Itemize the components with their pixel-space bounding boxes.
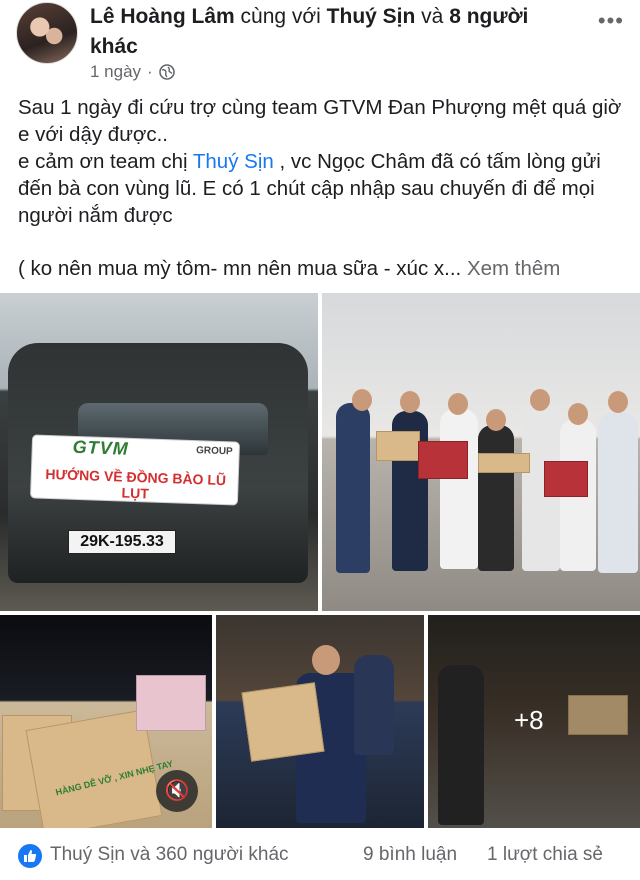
- post-text-line1: Sau 1 ngày đi cứu trợ cùng team GTVM Đan…: [18, 96, 622, 146]
- supply-box: [478, 453, 530, 473]
- banner-brand: GTVM: [72, 436, 130, 459]
- and-text: và: [415, 5, 450, 28]
- see-more-link[interactable]: Xem thêm: [467, 257, 560, 280]
- thanks-text: e cảm ơn team chị: [18, 150, 193, 173]
- person-figure: [354, 655, 394, 755]
- with-text: cùng với: [234, 5, 327, 28]
- post-author-line: Lê Hoàng Lâm cùng với Thuý Sịn và 8 ngườ…: [90, 2, 580, 62]
- post-text-line3: ( ko nên mua mỳ tôm- mn nên mua sữa - xú…: [18, 255, 630, 282]
- relief-banner: GTVM GROUP HƯỚNG VỀ ĐỒNG BÀO LŨ LỤT: [30, 435, 240, 505]
- supply-box: [544, 461, 588, 497]
- more-options-button[interactable]: •••: [598, 8, 624, 34]
- reactions-summary[interactable]: Thuý Sịn và 360 người khác: [50, 844, 289, 866]
- supply-box: [376, 431, 420, 461]
- post-header: Lê Hoàng Lâm cùng với Thuý Sịn và 8 ngườ…: [0, 0, 640, 92]
- more-photos-count[interactable]: +8: [514, 705, 544, 736]
- shares-count[interactable]: 1 lượt chia sẻ: [487, 844, 603, 866]
- meta-separator: ·: [147, 62, 153, 81]
- person-head: [312, 645, 340, 675]
- post-meta: 1 ngày ·: [90, 62, 175, 82]
- license-plate: 29K-195.33: [68, 530, 176, 554]
- supply-box: [241, 682, 325, 762]
- photo-car-banner[interactable]: GTVM GROUP HƯỚNG VỀ ĐỒNG BÀO LŨ LỤT 29K-…: [0, 293, 318, 611]
- post-time[interactable]: 1 ngày: [90, 62, 141, 82]
- photo-grid: GTVM GROUP HƯỚNG VỀ ĐỒNG BÀO LŨ LỤT 29K-…: [0, 293, 640, 828]
- post-footer: Thuý Sịn và 360 người khác 9 bình luận 1…: [0, 838, 640, 878]
- banner-group: GROUP: [195, 445, 233, 458]
- person-head: [448, 393, 468, 415]
- person-head: [568, 403, 588, 425]
- person-figure: [598, 413, 638, 573]
- supply-box: [418, 441, 468, 479]
- person-head: [486, 409, 506, 431]
- tagged-user[interactable]: Thuý Sịn: [327, 5, 416, 28]
- post-text-line2: e cảm ơn team chị Thuý Sịn , vc Ngọc Châ…: [18, 148, 630, 229]
- person-figure: [478, 425, 514, 571]
- truncated-text: ( ko nên mua mỳ tôm- mn nên mua sữa - xú…: [18, 257, 467, 280]
- photo-more[interactable]: +8: [428, 615, 640, 828]
- post-body: Sau 1 ngày đi cứu trợ cùng team GTVM Đan…: [18, 94, 630, 282]
- banner-slogan: HƯỚNG VỀ ĐỒNG BÀO LŨ LỤT: [45, 465, 227, 502]
- person-head: [400, 391, 420, 413]
- supply-box: [136, 675, 206, 731]
- author-name[interactable]: Lê Hoàng Lâm: [90, 5, 235, 28]
- speaker-muted-icon[interactable]: 🔇: [156, 770, 198, 812]
- photo-boxes-night[interactable]: HÀNG DỄ VỠ , XIN NHẸ TAY 🔇: [0, 615, 212, 828]
- person-figure: [336, 403, 370, 573]
- comments-count[interactable]: 9 bình luận: [363, 844, 457, 866]
- person-head: [608, 391, 628, 413]
- photo-group-donation[interactable]: [322, 293, 640, 611]
- person-figure: [440, 409, 478, 569]
- author-avatar[interactable]: [16, 2, 78, 64]
- globe-icon: [158, 64, 175, 80]
- mention-link[interactable]: Thuý Sịn: [193, 150, 274, 173]
- like-reaction-icon[interactable]: [18, 844, 42, 868]
- person-head: [352, 389, 372, 411]
- photo-unloading[interactable]: [216, 615, 424, 828]
- thumbs-up-icon: [24, 850, 37, 862]
- person-head: [530, 389, 550, 411]
